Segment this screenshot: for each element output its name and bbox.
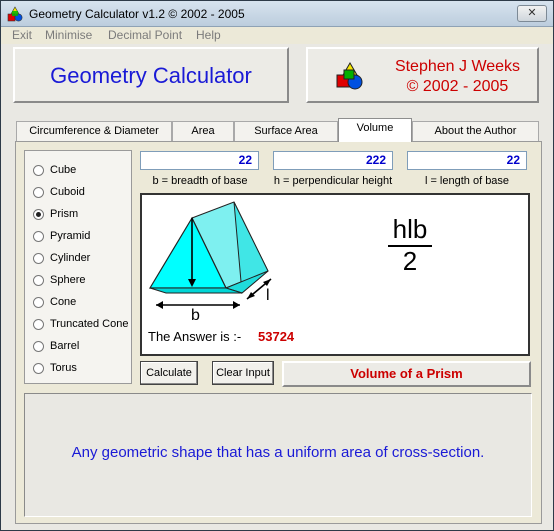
app-icon (7, 6, 23, 22)
tab-circumference-diameter[interactable]: Circumference & Diameter (16, 121, 172, 141)
diagram-box: b l hlb 2 The Answer is :- 53724 (140, 193, 530, 356)
description-box: Any geometric shape that has a uniform a… (24, 393, 532, 517)
breadth-input[interactable]: 22 (140, 151, 259, 170)
radio-label: Cuboid (50, 186, 85, 198)
tab-area[interactable]: Area (172, 121, 234, 141)
clear-input-label: Clear Input (216, 367, 270, 379)
author-name: Stephen J Weeks (394, 58, 521, 75)
app-title-banner: Geometry Calculator (13, 47, 289, 103)
close-icon: ✕ (527, 7, 537, 19)
tab-label: Surface Area (254, 125, 318, 137)
radio-button[interactable] (33, 231, 44, 242)
shape-radio-group: Cube Cuboid Prism Pyramid Cylinder Spher… (24, 150, 132, 384)
menu-minimise[interactable]: Minimise (45, 28, 92, 42)
radio-label: Cylinder (50, 252, 91, 264)
breadth-label: b = breadth of base (152, 175, 248, 187)
radio-label: Prism (50, 208, 79, 220)
radio-button[interactable] (33, 363, 44, 374)
tab-label: Area (191, 125, 215, 137)
label-b: b (191, 307, 200, 324)
shape-description: Any geometric shape that has a uniform a… (71, 444, 485, 461)
radio-button[interactable] (33, 319, 44, 330)
formula-denominator: 2 (402, 246, 418, 276)
volume-formula: hlb 2 (388, 215, 432, 275)
app-window: Geometry Calculator v1.2 © 2002 - 2005 ✕… (0, 0, 554, 531)
answer-value: 53724 (258, 329, 295, 344)
clear-input-button[interactable]: Clear Input (212, 361, 274, 385)
formula-numerator: hlb (388, 215, 432, 247)
tab-label: Volume (356, 122, 394, 134)
radio-button[interactable] (33, 253, 44, 264)
author-years: © 2002 - 2005 (406, 78, 509, 95)
menu-exit[interactable]: Exit (12, 28, 32, 42)
radio-button[interactable] (33, 165, 44, 176)
height-label: h = perpendicular height (273, 175, 393, 187)
radio-label: Torus (50, 362, 77, 374)
menu-decimal-point[interactable]: Decimal Point (108, 28, 182, 42)
radio-button[interactable] (33, 209, 44, 220)
answer-label: The Answer is :- (148, 329, 242, 344)
radio-label: Cube (50, 164, 77, 176)
radio-label: Truncated Cone (50, 318, 129, 330)
author-banner: Stephen J Weeks © 2002 - 2005 (306, 47, 539, 103)
radio-label: Sphere (50, 274, 86, 286)
length-label: l = length of base (424, 175, 510, 187)
radio-button[interactable] (33, 187, 44, 198)
radio-label: Pyramid (50, 230, 91, 242)
app-title: Geometry Calculator (50, 63, 252, 88)
tab-about-author[interactable]: About the Author (412, 121, 539, 141)
tab-label: Circumference & Diameter (29, 125, 159, 137)
length-input[interactable]: 22 (407, 151, 527, 170)
tab-surface-area[interactable]: Surface Area (234, 121, 338, 141)
calculate-label: Calculate (146, 367, 192, 379)
height-input[interactable]: 222 (273, 151, 393, 170)
close-button[interactable]: ✕ (517, 5, 547, 22)
client-area: Geometry Calculator Stephen J Weeks © 20… (1, 44, 553, 530)
radio-label: Cone (50, 296, 77, 308)
radio-button[interactable] (33, 275, 44, 286)
radio-button[interactable] (33, 297, 44, 308)
volume-panel: Cube Cuboid Prism Pyramid Cylinder Spher… (15, 141, 542, 524)
tab-label: About the Author (434, 125, 517, 137)
menu-bar: Exit Minimise Decimal Point Help (1, 27, 553, 44)
logo-icon (336, 62, 363, 90)
tab-volume[interactable]: Volume (338, 118, 412, 142)
result-title: Volume of a Prism (282, 361, 531, 387)
calculate-button[interactable]: Calculate (140, 361, 198, 385)
radio-button[interactable] (33, 341, 44, 352)
label-l: l (266, 287, 270, 304)
window-title: Geometry Calculator v1.2 © 2002 - 2005 (29, 7, 245, 21)
menu-help[interactable]: Help (196, 28, 221, 42)
title-bar[interactable]: Geometry Calculator v1.2 © 2002 - 2005 ✕ (1, 1, 553, 27)
radio-label: Barrel (50, 340, 80, 352)
